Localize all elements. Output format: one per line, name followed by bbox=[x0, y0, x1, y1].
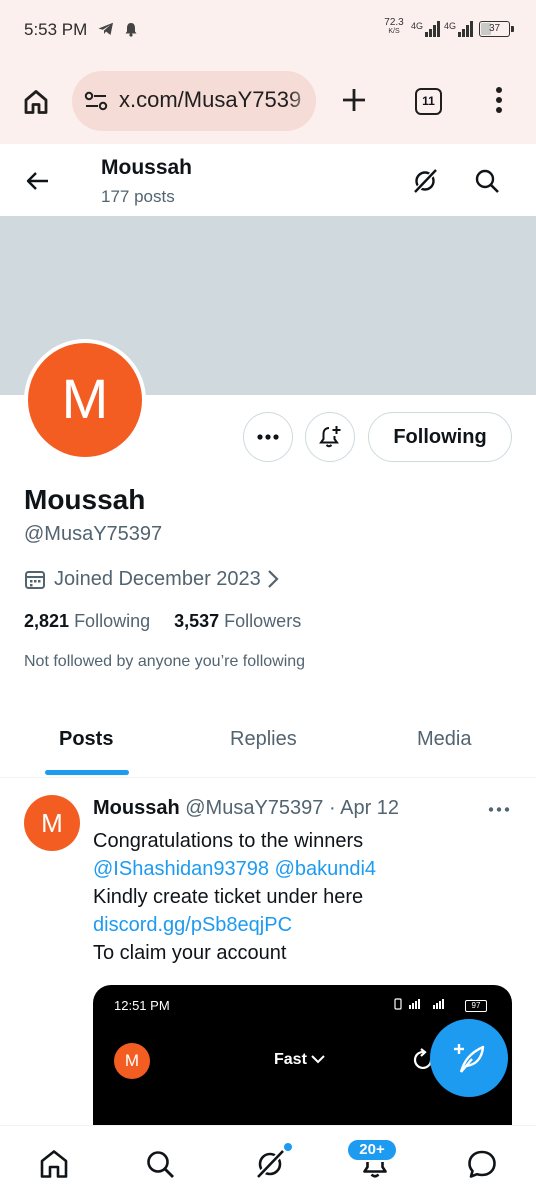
profile-tabs: Posts Replies Media bbox=[0, 704, 536, 778]
follow-stats: 2,821 Following 3,537 Followers bbox=[24, 611, 301, 632]
telegram-icon bbox=[98, 22, 114, 41]
site-settings-icon[interactable] bbox=[84, 90, 108, 117]
media-signal-icon bbox=[393, 997, 461, 1014]
nav-home[interactable] bbox=[34, 1144, 74, 1184]
followers-count: 3,537 bbox=[174, 611, 220, 631]
grok-icon bbox=[413, 168, 438, 194]
following-stat[interactable]: 2,821 Following bbox=[24, 611, 150, 631]
header-profile-name: Moussah bbox=[101, 156, 193, 179]
new-tab-button[interactable] bbox=[336, 82, 372, 118]
calendar-icon bbox=[25, 571, 45, 589]
browser-home-button[interactable] bbox=[18, 84, 54, 120]
grok-new-dot bbox=[284, 1143, 292, 1151]
back-arrow-icon bbox=[26, 172, 48, 190]
search-icon bbox=[475, 169, 499, 193]
back-button[interactable] bbox=[20, 164, 54, 198]
media-status-time: 12:51 PM bbox=[114, 998, 170, 1013]
joined-text: Joined December 2023 bbox=[54, 567, 261, 590]
browser-toolbar: x.com/MusaY7539 11 bbox=[0, 62, 536, 144]
notify-button[interactable] bbox=[305, 412, 355, 462]
joined-date[interactable]: Joined December 2023 bbox=[24, 566, 279, 592]
profile-avatar[interactable]: M bbox=[24, 339, 146, 461]
url-bar[interactable]: x.com/MusaY7539 bbox=[72, 71, 316, 131]
profile-display-name: Moussah bbox=[24, 484, 146, 515]
svg-text:4G: 4G bbox=[411, 21, 423, 31]
followers-stat[interactable]: 3,537 Followers bbox=[174, 611, 301, 631]
following-count: 2,821 bbox=[24, 611, 70, 631]
messages-icon bbox=[468, 1150, 496, 1178]
battery-icon: 37 bbox=[479, 21, 514, 37]
profile-top-bar: Moussah 177 posts bbox=[0, 144, 536, 216]
compose-post-button[interactable] bbox=[430, 1019, 508, 1097]
nav-grok[interactable] bbox=[250, 1144, 290, 1184]
discord-link[interactable]: discord.gg/pSb8eqjPC bbox=[93, 914, 292, 936]
overflow-menu-icon[interactable] bbox=[484, 82, 514, 118]
media-mode-label: Fast bbox=[274, 1051, 325, 1069]
post-author[interactable]: Moussah bbox=[93, 797, 180, 819]
bell-plus-icon bbox=[319, 426, 341, 448]
chevron-down-icon bbox=[311, 1055, 325, 1064]
home-icon bbox=[40, 1150, 68, 1178]
post-body: Congratulations to the winners @IShashid… bbox=[93, 827, 376, 967]
not-followed-note: Not followed by anyone you’re following bbox=[24, 653, 306, 670]
new-tab-plus-icon bbox=[343, 89, 365, 111]
network-speed: 72.3 K/S bbox=[384, 17, 404, 36]
more-dots-icon bbox=[257, 434, 279, 440]
header-post-count: 177 posts bbox=[101, 187, 175, 206]
mention-link[interactable]: @bakundi4 bbox=[275, 858, 376, 880]
more-dots-icon bbox=[488, 806, 510, 812]
post-line: Kindly create ticket under here bbox=[93, 886, 364, 908]
active-tab-indicator bbox=[45, 770, 129, 775]
post-more-button[interactable] bbox=[484, 797, 514, 821]
more-options-button[interactable] bbox=[243, 412, 293, 462]
home-icon bbox=[24, 90, 48, 114]
tab-posts[interactable]: Posts bbox=[59, 728, 113, 751]
signal-icon: 4G bbox=[411, 20, 441, 43]
mention-link[interactable]: @IShashidan93798 bbox=[93, 858, 269, 880]
chevron-right-icon bbox=[268, 570, 279, 588]
notification-count-badge: 20+ bbox=[346, 1138, 398, 1162]
notification-bell-icon bbox=[124, 22, 138, 42]
bottom-navigation: 20+ bbox=[0, 1125, 536, 1200]
grok-icon bbox=[255, 1148, 286, 1180]
post-line: Congratulations to the winners bbox=[93, 830, 364, 852]
post-separator: · bbox=[328, 797, 336, 819]
post-avatar[interactable]: M bbox=[24, 795, 80, 851]
post-header: Moussah @MusaY75397 · Apr 12 bbox=[93, 797, 399, 820]
media-battery-icon: 97 bbox=[465, 1000, 487, 1012]
nav-messages[interactable] bbox=[462, 1144, 502, 1184]
tab-switcher-button[interactable]: 11 bbox=[415, 88, 442, 115]
post-line: To claim your account bbox=[93, 942, 287, 964]
profile-handle: @MusaY75397 bbox=[24, 523, 163, 545]
signal-icon-2: 4G bbox=[444, 20, 474, 43]
tab-media[interactable]: Media bbox=[417, 728, 471, 751]
grok-button[interactable] bbox=[408, 164, 442, 198]
status-time: 5:53 PM bbox=[24, 20, 88, 39]
following-button[interactable]: Following bbox=[368, 412, 512, 462]
following-label: Following bbox=[74, 611, 151, 631]
status-bar: 5:53 PM 72.3 K/S 4G 4G 37 bbox=[0, 0, 536, 62]
compose-feather-icon bbox=[454, 1044, 485, 1073]
tab-replies[interactable]: Replies bbox=[230, 728, 297, 751]
url-text[interactable]: x.com/MusaY7539 bbox=[119, 87, 301, 113]
post-handle[interactable]: @MusaY75397 bbox=[185, 797, 323, 819]
svg-text:4G: 4G bbox=[444, 21, 456, 31]
nav-search[interactable] bbox=[140, 1144, 180, 1184]
post-date[interactable]: Apr 12 bbox=[340, 797, 399, 819]
search-icon bbox=[147, 1151, 174, 1178]
search-button[interactable] bbox=[470, 164, 504, 198]
media-avatar: M bbox=[114, 1043, 150, 1079]
followers-label: Followers bbox=[224, 611, 302, 631]
